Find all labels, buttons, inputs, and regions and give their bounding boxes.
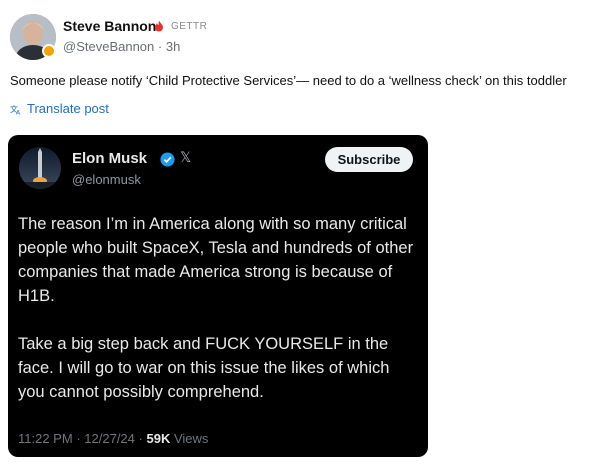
views-label: Views xyxy=(173,431,209,446)
platform-label: GETTR xyxy=(171,21,208,32)
translate-label: Translate post xyxy=(27,101,109,116)
separator-dot: · xyxy=(76,431,81,446)
verified-badge-icon xyxy=(42,44,56,58)
embed-paragraph: Take a big step back and FUCK YOURSELF i… xyxy=(18,335,390,401)
post-text: Someone please notify ‘Child Protective … xyxy=(10,73,567,88)
author-handle[interactable]: @SteveBannon xyxy=(63,39,154,54)
embed-avatar[interactable] xyxy=(19,147,61,189)
translate-post-link[interactable]: 文 A Translate post xyxy=(10,101,109,116)
embed-paragraph: The reason I’m in America along with so … xyxy=(18,215,414,305)
post-time[interactable]: 3h xyxy=(166,39,180,54)
translate-icon: 文 A xyxy=(10,104,21,115)
fire-icon xyxy=(155,20,163,32)
x-logo-icon: 𝕏 xyxy=(180,150,192,166)
embed-post-date[interactable]: 12/27/24 xyxy=(84,431,135,446)
svg-text:A: A xyxy=(16,109,21,115)
embed-author-handle[interactable]: @elonmusk xyxy=(72,172,141,187)
embed-post-meta: 11:22 PM · 12/27/24 · 59K Views xyxy=(18,431,208,446)
author-name[interactable]: Steve Bannon xyxy=(63,18,156,34)
rocket-photo xyxy=(19,147,61,189)
separator-dot: · xyxy=(157,39,163,54)
author-avatar-wrapper[interactable] xyxy=(10,14,56,60)
embedded-post-card[interactable]: Elon Musk 𝕏 @elonmusk Subscribe The reas… xyxy=(8,135,428,457)
embed-author-name[interactable]: Elon Musk xyxy=(72,150,147,167)
verified-check-icon xyxy=(160,152,175,167)
embed-post-time[interactable]: 11:22 PM xyxy=(18,431,73,446)
views-count[interactable]: 59K xyxy=(146,431,170,446)
embed-post-body: The reason I’m in America along with so … xyxy=(18,212,420,404)
author-handle-line: @SteveBannon · 3h xyxy=(63,39,180,54)
subscribe-button[interactable]: Subscribe xyxy=(325,147,413,172)
separator-dot: · xyxy=(138,431,143,446)
